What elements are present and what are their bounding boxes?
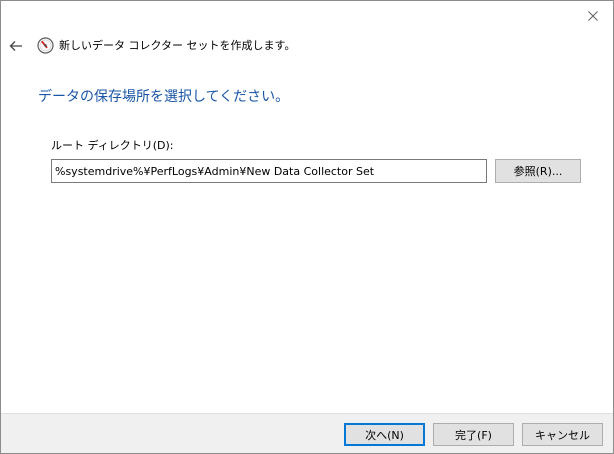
wizard-footer: 次へ(N) 完了(F) キャンセル: [1, 413, 613, 453]
close-icon: [588, 11, 598, 21]
performance-gauge-icon: [37, 37, 54, 54]
root-directory-label: ルート ディレクトリ(D):: [51, 139, 174, 152]
page-heading: データの保存場所を選択してください。: [38, 89, 290, 105]
close-button[interactable]: [579, 5, 607, 27]
root-directory-input[interactable]: [51, 159, 487, 183]
finish-button[interactable]: 完了(F): [433, 423, 514, 446]
arrow-left-icon: [9, 41, 22, 51]
cancel-button[interactable]: キャンセル: [522, 423, 603, 446]
back-button[interactable]: [7, 37, 27, 55]
wizard-window: 新しいデータ コレクター セットを作成します。 データの保存場所を選択してくださ…: [0, 0, 614, 454]
next-button[interactable]: 次へ(N): [344, 423, 425, 446]
browse-button[interactable]: 参照(R)...: [495, 159, 581, 183]
wizard-title: 新しいデータ コレクター セットを作成します。: [59, 39, 296, 52]
